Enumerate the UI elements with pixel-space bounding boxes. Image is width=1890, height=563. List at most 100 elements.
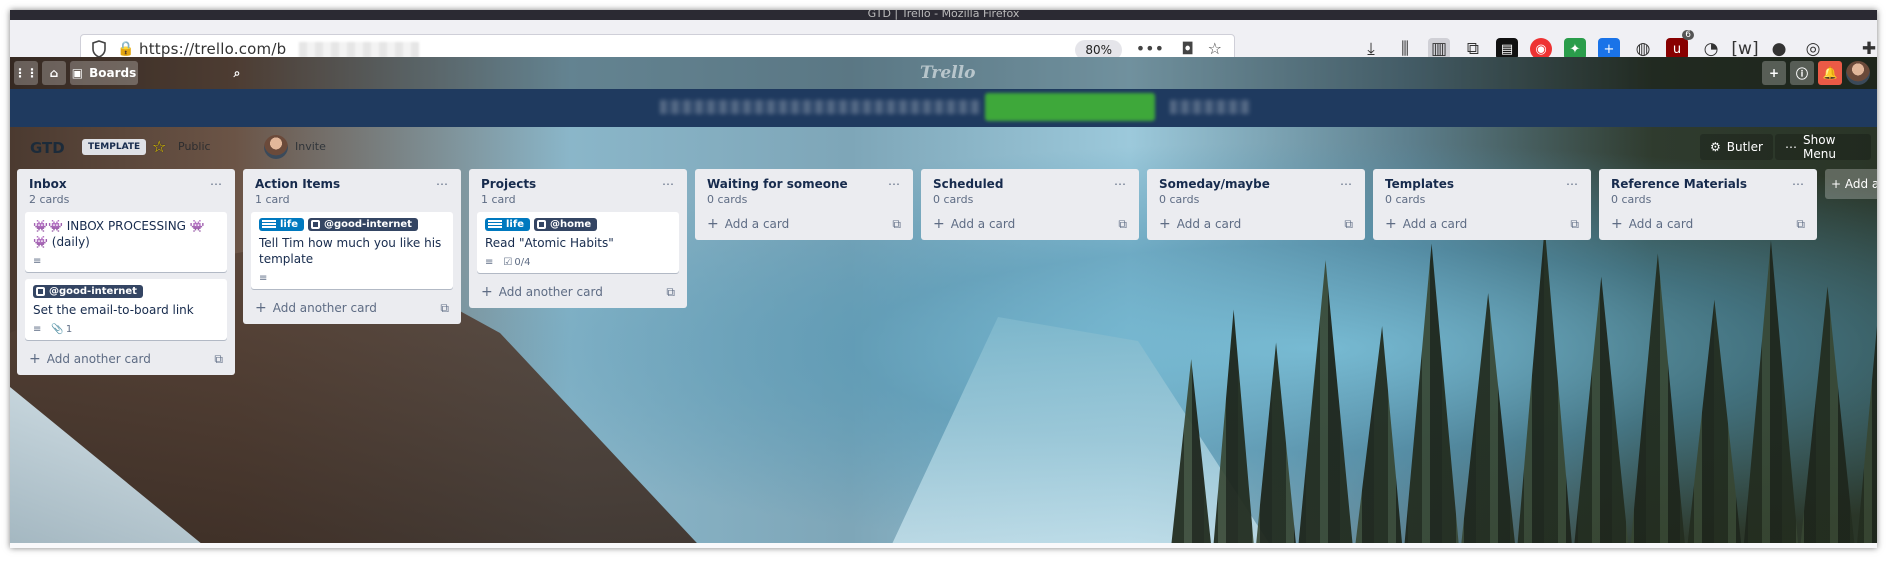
add-card-button[interactable]: + Add a card (707, 216, 789, 232)
add-card-button[interactable]: + Add another card (29, 351, 151, 367)
list-title[interactable]: Scheduled (933, 177, 1003, 191)
add-card-row: + Add a card ⧉ (1607, 212, 1809, 232)
list: Templates ⋯ 0 cards + Add a card ⧉ (1373, 169, 1591, 240)
card-label-text: life (280, 219, 298, 230)
more-actions-icon[interactable]: ••• (1136, 39, 1164, 58)
add-card-label: Add a card (950, 217, 1016, 231)
card-badges: ≡ 📎 1 (33, 322, 219, 336)
invite-button[interactable]: Invite (295, 140, 326, 153)
user-avatar[interactable] (1846, 61, 1870, 85)
list-menu-icon[interactable]: ⋯ (1114, 177, 1127, 191)
card-label[interactable]: @good-internet (33, 285, 143, 298)
plus-icon: + (481, 284, 493, 300)
card-template-icon[interactable]: ⧉ (1570, 217, 1579, 232)
info-icon[interactable]: ⓘ (1790, 61, 1814, 85)
add-list-button[interactable]: + Add a (1825, 169, 1877, 199)
butler-button[interactable]: ⚙ Butler (1700, 134, 1773, 160)
card[interactable]: life @good-internet Tell Tim how much you … (251, 212, 453, 289)
show-menu-button[interactable]: ⋯ Show Menu (1775, 133, 1871, 161)
add-card-button[interactable]: + Add a card (1159, 216, 1241, 232)
home-icon[interactable]: ⌂ (42, 61, 66, 85)
list: Someday/maybe ⋯ 0 cards + Add a card ⧉ (1147, 169, 1365, 240)
butler-icon: ⚙ (1710, 140, 1721, 154)
add-card-button[interactable]: + Add a card (933, 216, 1015, 232)
board-header: GTD TEMPLATE ☆ Public Invite ⚙ Butler ⋯ … (10, 127, 1877, 167)
add-card-label: Add a card (1628, 217, 1694, 231)
banner-action-button[interactable] (985, 93, 1155, 121)
list-title[interactable]: Action Items (255, 177, 340, 191)
list-card-count: 1 card (255, 193, 290, 206)
add-card-button[interactable]: + Add another card (481, 284, 603, 300)
list-menu-icon[interactable]: ⋯ (1566, 177, 1579, 191)
add-card-button[interactable]: + Add another card (255, 300, 377, 316)
star-icon[interactable]: ☆ (152, 137, 166, 156)
card-label-text: @good-internet (324, 219, 412, 230)
list-header: Templates ⋯ (1381, 175, 1583, 191)
list-title[interactable]: Someday/maybe (1159, 177, 1270, 191)
list-card-count: 2 cards (29, 193, 70, 206)
card-label[interactable]: @home (534, 218, 598, 231)
trello-logo[interactable]: Trello (920, 63, 975, 83)
card-template-icon[interactable]: ⧉ (214, 352, 223, 367)
card-badges: ≡ ☑ 0/4 (485, 255, 671, 269)
create-plus-icon[interactable]: + (1762, 61, 1786, 85)
board-title[interactable]: GTD (30, 139, 65, 157)
list-header: Scheduled ⋯ (929, 175, 1131, 191)
plus-icon: + (255, 300, 267, 316)
card-template-icon[interactable]: ⧉ (666, 285, 675, 300)
card[interactable]: @good-internet Set the email-to-board lin… (25, 279, 227, 340)
apps-grid-icon[interactable]: ⋮⋮ (14, 61, 38, 85)
show-menu-label: Show Menu (1803, 133, 1836, 161)
list-title[interactable]: Reference Materials (1611, 177, 1747, 191)
bookmark-star-icon[interactable]: ☆ (1208, 39, 1222, 58)
list: Projects ⋯ 1 card life @home Read "Atomic Hab… (469, 169, 687, 308)
card-label[interactable]: @good-internet (308, 218, 418, 231)
pocket-icon[interactable]: ◘ (1181, 39, 1194, 58)
description-icon: ≡ (33, 323, 42, 335)
list-card-count: 0 cards (707, 193, 748, 206)
window-title: GTD | Trello - Mozilla Firefox (10, 10, 1877, 20)
list-menu-icon[interactable]: ⋯ (436, 177, 449, 191)
list-title[interactable]: Inbox (29, 177, 67, 191)
add-card-row: + Add a card ⧉ (929, 212, 1131, 232)
card[interactable]: 👾👾 INBOX PROCESSING 👾👾 (daily) ≡ (25, 212, 227, 272)
list: Action Items ⋯ 1 card life @good-internet Tel… (243, 169, 461, 324)
list-header: Reference Materials ⋯ (1607, 175, 1809, 191)
visibility-button[interactable]: Public (178, 140, 211, 153)
list-title[interactable]: Waiting for someone (707, 177, 848, 191)
card-template-icon[interactable]: ⧉ (892, 217, 901, 232)
shield-icon[interactable] (91, 40, 107, 58)
list-menu-icon[interactable]: ⋯ (662, 177, 675, 191)
member-avatar[interactable] (264, 135, 288, 159)
list-title[interactable]: Projects (481, 177, 536, 191)
add-card-row: + Add another card ⧉ (251, 296, 453, 316)
list-menu-icon[interactable]: ⋯ (1340, 177, 1353, 191)
add-card-button[interactable]: + Add a card (1611, 216, 1693, 232)
list-menu-icon[interactable]: ⋯ (210, 177, 223, 191)
url-text[interactable]: https://trello.com/b (139, 40, 286, 58)
card-labels: life @good-internet (259, 218, 445, 231)
card-template-icon[interactable]: ⧉ (1796, 217, 1805, 232)
card-template-icon[interactable]: ⧉ (440, 301, 449, 316)
card-template-icon[interactable]: ⧉ (1118, 217, 1127, 232)
add-card-row: + Add a card ⧉ (1381, 212, 1583, 232)
card-title: Set the email-to-board link (33, 303, 194, 317)
more-icon: ⋯ (1785, 140, 1797, 154)
card-label[interactable]: life (485, 218, 530, 231)
list-title[interactable]: Templates (1385, 177, 1454, 191)
list: Waiting for someone ⋯ 0 cards + Add a card ⧉ (695, 169, 913, 240)
add-card-button[interactable]: + Add a card (1385, 216, 1467, 232)
card[interactable]: life @home Read "Atomic Habits" ≡ ☑ 0/4 (477, 212, 679, 273)
card-title: Read "Atomic Habits" (485, 236, 614, 250)
card-label[interactable]: life (259, 218, 304, 231)
lock-icon[interactable]: 🔒 (117, 41, 134, 57)
search-icon[interactable]: ⌕ (225, 61, 249, 85)
list-menu-icon[interactable]: ⋯ (888, 177, 901, 191)
description-icon: ≡ (259, 272, 268, 284)
label-pattern-icon (488, 220, 502, 229)
card-template-icon[interactable]: ⧉ (1344, 217, 1353, 232)
notification-bell-icon[interactable]: 🔔 (1818, 61, 1842, 85)
boards-button[interactable]: ▣ Boards (70, 61, 138, 85)
list: Scheduled ⋯ 0 cards + Add a card ⧉ (921, 169, 1139, 240)
list-menu-icon[interactable]: ⋯ (1792, 177, 1805, 191)
